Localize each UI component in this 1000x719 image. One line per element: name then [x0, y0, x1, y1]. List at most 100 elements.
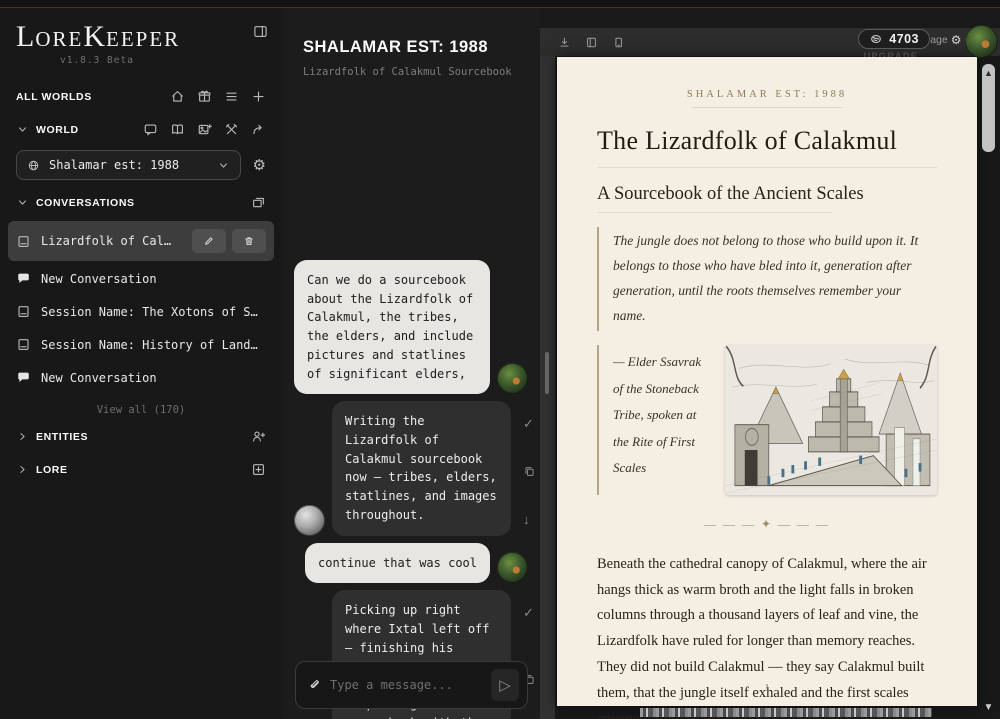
- home-icon: [170, 89, 185, 104]
- home-button[interactable]: [170, 89, 185, 104]
- message-input[interactable]: [330, 678, 483, 692]
- chevron-down-icon: [16, 196, 29, 209]
- add-lore-button[interactable]: [251, 462, 266, 477]
- message-input-bar: ▷: [295, 661, 528, 709]
- chevron-down-icon: [217, 159, 230, 172]
- world-chat-button[interactable]: [143, 122, 158, 137]
- world-tools-button[interactable]: [224, 122, 239, 137]
- trash-icon: [243, 235, 255, 247]
- conversations-header[interactable]: CONVERSATIONS: [16, 186, 266, 219]
- chevron-right-icon: [16, 463, 29, 476]
- list-icon: [224, 89, 239, 104]
- section-divider: — — — ✦ — — —: [597, 517, 937, 532]
- world-settings-icon[interactable]: ⚙: [253, 158, 266, 173]
- book-add-icon: [251, 462, 266, 477]
- rename-conversation-button[interactable]: [192, 229, 226, 253]
- conversation-item-selected[interactable]: Lizardfolk of Cal…: [8, 221, 274, 261]
- speech-bubble-icon: [16, 271, 31, 286]
- new-conversation-tab-button[interactable]: [251, 195, 266, 210]
- brain-icon: [869, 32, 883, 46]
- panel-collapse-icon: [253, 24, 268, 39]
- profile-avatar[interactable]: [965, 25, 998, 58]
- assistant-avatar: [294, 505, 325, 536]
- document-page: Shalamar est: 1988 The Lizardfolk of Cal…: [557, 57, 977, 706]
- document-quote: The jungle does not belong to those who …: [597, 227, 937, 331]
- plus-icon: [251, 89, 266, 104]
- world-section-label: WORLD: [36, 124, 79, 136]
- document-viewer: 4703 UPGRADE Page ⚙ of 1 Shalamar est: 1…: [540, 8, 1000, 719]
- entities-section-header[interactable]: ENTITIES: [16, 420, 266, 453]
- journal-icon: [16, 304, 31, 319]
- accept-icon[interactable]: ✓: [523, 417, 536, 430]
- paperclip-icon[interactable]: [308, 678, 322, 692]
- view-all-link[interactable]: View all (170): [16, 395, 266, 420]
- lore-label: LORE: [36, 464, 68, 476]
- chevron-down-icon: [16, 123, 29, 136]
- user-message: continue that was cool: [305, 543, 490, 584]
- world-share-button[interactable]: [251, 122, 266, 137]
- document-subtitle: A Sourcebook of the Ancient Scales: [597, 184, 937, 213]
- page-number: 1: [557, 682, 977, 694]
- document-illustration: [725, 345, 937, 495]
- world-image-add-button[interactable]: [197, 122, 212, 137]
- all-worlds-header: ALL WORLDS: [16, 80, 266, 113]
- document-title: The Lizardfolk of Calakmul: [597, 126, 937, 168]
- new-tab-icon: [251, 195, 266, 210]
- speech-bubble-icon: [16, 370, 31, 385]
- token-counter[interactable]: 4703: [858, 29, 930, 49]
- new-conversation-item[interactable]: New Conversation: [8, 263, 274, 294]
- scrollbar-down-arrow[interactable]: ▼: [982, 702, 995, 713]
- conversations-label: CONVERSATIONS: [36, 197, 135, 209]
- add-world-button[interactable]: [251, 89, 266, 104]
- user-message-row: Can we do a sourcebook about the Lizardf…: [294, 260, 536, 394]
- pyramid-engraving: [725, 345, 937, 495]
- app-window: LOREKEEPER v1.8.3 Beta ALL WORLDS WORLD: [0, 0, 1000, 719]
- scroll-down-icon[interactable]: ↓: [523, 513, 536, 526]
- chat-panel: SHALAMAR EST: 1988 Lizardfolk of Calakmu…: [282, 8, 540, 719]
- gift-icon: [197, 89, 212, 104]
- message-list: Can we do a sourcebook about the Lizardf…: [294, 260, 536, 655]
- next-page-edge: [640, 708, 932, 717]
- panel-resize-handle[interactable]: [545, 352, 549, 394]
- globe-icon: [27, 159, 40, 172]
- token-count: 4703: [889, 32, 919, 46]
- accept-icon[interactable]: ✓: [523, 606, 536, 619]
- entities-label: ENTITIES: [36, 431, 88, 443]
- gift-button[interactable]: [197, 89, 212, 104]
- app-logo: LOREKEEPER: [16, 22, 266, 52]
- world-selector[interactable]: Shalamar est: 1988: [16, 150, 241, 180]
- viewer-scrollbar[interactable]: ▲ ▼: [981, 58, 996, 713]
- lore-section-header[interactable]: LORE: [16, 453, 266, 486]
- app-version: v1.8.3 Beta: [60, 55, 266, 66]
- new-conversation-item[interactable]: New Conversation: [8, 362, 274, 393]
- world-selector-value: Shalamar est: 1988: [49, 158, 208, 172]
- all-worlds-label: ALL WORLDS: [16, 91, 92, 103]
- book-open-icon: [170, 122, 185, 137]
- top-accent-bar: [0, 0, 1000, 8]
- book-view-icon[interactable]: [585, 36, 598, 49]
- conversation-item[interactable]: Session Name: The Xotons of S…: [8, 296, 274, 327]
- send-button[interactable]: ▷: [491, 669, 519, 701]
- download-icon[interactable]: [558, 36, 571, 49]
- add-entity-button[interactable]: [251, 429, 266, 444]
- chat-subtitle: Lizardfolk of Calakmul Sourcebook: [303, 66, 540, 78]
- assistant-message-row: Writing the Lizardfolk of Calakmul sourc…: [294, 401, 536, 535]
- sidebar: LOREKEEPER v1.8.3 Beta ALL WORLDS WORLD: [0, 8, 282, 719]
- conversation-item[interactable]: Session Name: History of Land…: [8, 329, 274, 360]
- tablet-view-icon[interactable]: [612, 36, 625, 49]
- page-settings-icon[interactable]: ⚙: [951, 34, 962, 46]
- delete-conversation-button[interactable]: [232, 229, 266, 253]
- image-add-icon: [197, 122, 212, 137]
- collapse-sidebar-button[interactable]: [253, 24, 268, 42]
- user-avatar: [497, 363, 528, 394]
- pencil-icon: [203, 235, 215, 247]
- list-button[interactable]: [224, 89, 239, 104]
- document-eyebrow: Shalamar est: 1988: [597, 89, 937, 108]
- user-avatar: [497, 552, 528, 583]
- world-section-header[interactable]: WORLD: [16, 113, 266, 146]
- crossed-tools-icon: [224, 122, 239, 137]
- scrollbar-thumb[interactable]: ▲: [982, 64, 995, 152]
- user-message: Can we do a sourcebook about the Lizardf…: [294, 260, 490, 394]
- copy-icon[interactable]: [523, 465, 536, 478]
- world-book-button[interactable]: [170, 122, 185, 137]
